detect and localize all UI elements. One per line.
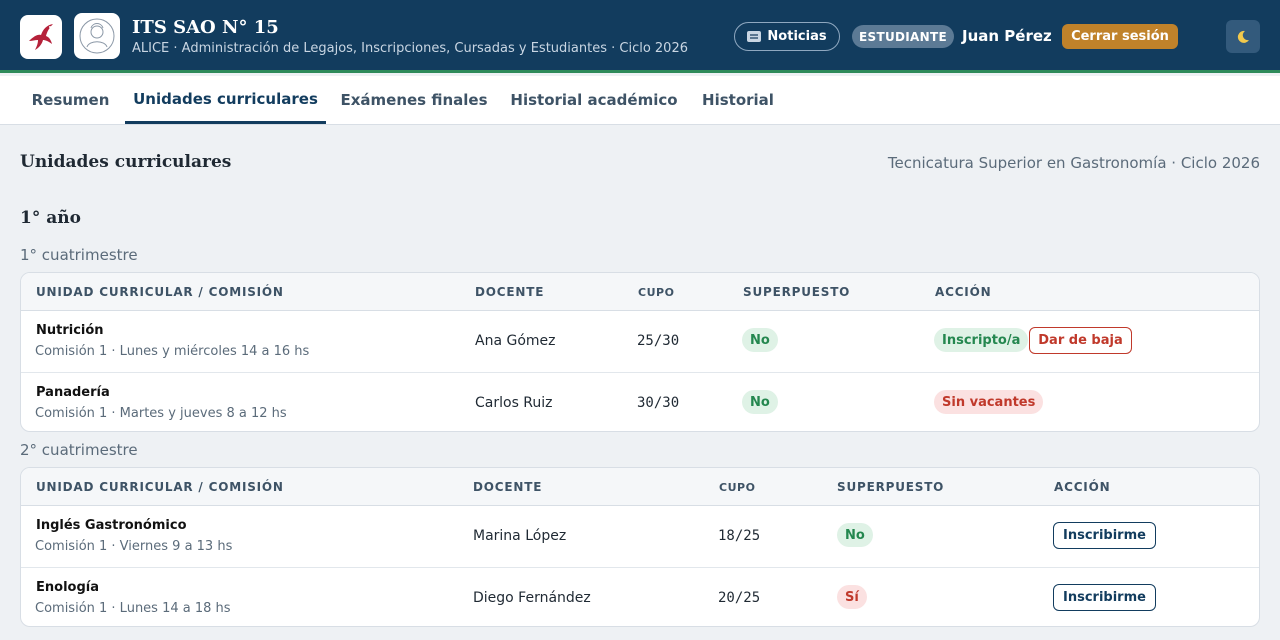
teacher-name: Marina López: [473, 528, 567, 544]
table-row: Inglés Gastronómico Comisión 1 · Viernes…: [21, 506, 1259, 567]
role-badge: ESTUDIANTE: [852, 25, 954, 48]
table-header: UNIDAD CURRICULAR / COMISIÓN DOCENTE CUP…: [21, 468, 1259, 506]
moon-icon: [1237, 30, 1249, 43]
subject-name: Inglés Gastronómico: [36, 518, 187, 533]
user-name: Juan Pérez: [962, 27, 1052, 45]
quota-value: 18/25: [718, 528, 761, 544]
overlap-badge: No: [742, 390, 778, 414]
teacher-name: Ana Gómez: [475, 333, 556, 349]
table-row: Enología Comisión 1 · Lunes 14 a 18 hs D…: [21, 567, 1259, 626]
overlap-badge: No: [837, 523, 873, 547]
term-heading: 1° cuatrimestre: [20, 246, 138, 264]
tab-historial[interactable]: Historial: [694, 76, 782, 124]
top-header: ITS SAO N° 15 ALICE · Administración de …: [0, 0, 1280, 73]
table-row: Panadería Comisión 1 · Martes y jueves 8…: [21, 372, 1259, 431]
tab-resumen[interactable]: Resumen: [20, 76, 121, 124]
column-header-teacher: DOCENTE: [473, 480, 543, 494]
page-title: Unidades curriculares: [20, 152, 232, 172]
app-subtitle: ALICE · Administración de Legajos, Inscr…: [132, 41, 688, 56]
no-vacancies-badge: Sin vacantes: [934, 390, 1044, 414]
news-button-label: Noticias: [767, 29, 827, 44]
subject-name: Enología: [36, 580, 99, 595]
institution-seal-icon: [74, 13, 120, 59]
teacher-name: Carlos Ruiz: [475, 395, 553, 411]
subjects-table: UNIDAD CURRICULAR / COMISIÓN DOCENTE CUP…: [20, 272, 1260, 432]
column-header-quota: CUPO: [719, 481, 756, 494]
tab-examenes-finales[interactable]: Exámenes finales: [334, 76, 494, 124]
enroll-button[interactable]: Inscribirme: [1053, 522, 1156, 549]
column-header-subject: UNIDAD CURRICULAR / COMISIÓN: [36, 480, 284, 494]
tab-bar: Resumen Unidades curriculares Exámenes f…: [0, 76, 1280, 125]
tab-historial-academico[interactable]: Historial académico: [504, 76, 684, 124]
subject-detail: Comisión 1 · Martes y jueves 8 a 12 hs: [35, 406, 287, 421]
quota-value: 30/30: [637, 395, 680, 411]
career-label: Tecnicatura Superior en Gastronomía · Ci…: [887, 154, 1260, 172]
table-row: Nutrición Comisión 1 · Lunes y miércoles…: [21, 311, 1259, 372]
year-heading: 1° año: [20, 208, 81, 228]
news-button[interactable]: Noticias: [734, 22, 840, 51]
tab-unidades-curriculares[interactable]: Unidades curriculares: [125, 76, 326, 124]
subject-detail: Comisión 1 · Viernes 9 a 13 hs: [35, 539, 233, 554]
column-header-overlap: SUPERPUESTO: [837, 480, 945, 494]
teacher-name: Diego Fernández: [473, 590, 591, 606]
bird-logo-icon[interactable]: [20, 15, 62, 59]
column-header-overlap: SUPERPUESTO: [743, 285, 851, 299]
app-title: ITS SAO N° 15: [132, 17, 279, 38]
table-header: UNIDAD CURRICULAR / COMISIÓN DOCENTE CUP…: [21, 273, 1259, 311]
term-heading: 2° cuatrimestre: [20, 441, 138, 459]
logout-button[interactable]: Cerrar sesión: [1062, 24, 1178, 49]
subjects-table: UNIDAD CURRICULAR / COMISIÓN DOCENTE CUP…: [20, 467, 1260, 627]
quota-value: 20/25: [718, 590, 761, 606]
drop-button[interactable]: Dar de baja: [1029, 327, 1132, 354]
column-header-action: ACCIÓN: [1054, 480, 1111, 494]
column-header-action: ACCIÓN: [935, 285, 992, 299]
quota-value: 25/30: [637, 333, 680, 349]
overlap-badge: Sí: [837, 585, 867, 609]
column-header-teacher: DOCENTE: [475, 285, 545, 299]
column-header-quota: CUPO: [638, 286, 675, 299]
enrolled-badge: Inscripto/a: [934, 328, 1029, 352]
enroll-button[interactable]: Inscribirme: [1053, 584, 1156, 611]
newspaper-icon: [747, 31, 762, 42]
theme-toggle-button[interactable]: [1226, 20, 1260, 53]
column-header-subject: UNIDAD CURRICULAR / COMISIÓN: [36, 285, 284, 299]
subject-detail: Comisión 1 · Lunes y miércoles 14 a 16 h…: [35, 344, 310, 359]
subject-name: Nutrición: [36, 323, 104, 338]
subject-detail: Comisión 1 · Lunes 14 a 18 hs: [35, 601, 231, 616]
overlap-badge: No: [742, 328, 778, 352]
subject-name: Panadería: [36, 385, 110, 400]
